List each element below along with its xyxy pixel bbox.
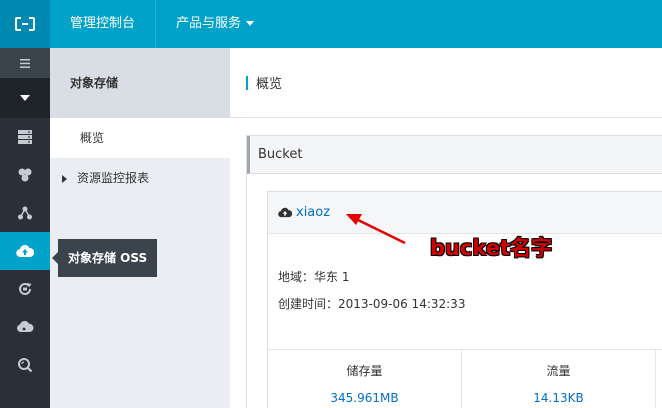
sidebar-title: 对象存储 [50, 48, 230, 118]
sidebar-item-label: 资源监控报表 [77, 171, 150, 185]
page-title: 概览 [256, 77, 283, 92]
page-header: 概览 [230, 48, 662, 118]
menu-toggle-button[interactable] [0, 48, 50, 78]
nav-server-button[interactable] [0, 118, 50, 156]
sidebar-item-overview[interactable]: 概览 [50, 118, 230, 158]
top-bar: 管理控制台 产品与服务 [0, 0, 662, 48]
stat-label: 储存量 [346, 364, 383, 378]
bucket-card: xiaoz 地域：华东 1 创建时间：2013-09-06 14:32:33 储… [267, 191, 662, 408]
chevron-right-icon [62, 174, 67, 183]
annotation-label: bucket名字 [430, 236, 553, 260]
stat-storage: 储存量 345.961MB [268, 350, 462, 408]
nav-search-button[interactable] [0, 346, 50, 384]
chevron-down-icon [246, 21, 255, 26]
stat-label: 流量 [546, 364, 571, 378]
stat-value-link[interactable]: 345.961MB [268, 391, 461, 405]
bucket-name-link[interactable]: xiaoz [296, 205, 330, 220]
stat-value-link[interactable]: 14.13KB [462, 391, 655, 405]
bucket-region: 地域：华东 1 [278, 270, 350, 284]
aliyun-logo-icon[interactable] [0, 0, 50, 48]
nav-refresh-button[interactable] [0, 270, 50, 308]
bucket-card-header: xiaoz [268, 192, 662, 234]
server-icon [18, 130, 32, 144]
caret-down-icon [20, 95, 30, 101]
main-content: 概览 Bucket xiaoz 地域：华东 1 创建时间：2013-09-06 … [230, 48, 662, 408]
nav-cloud-button[interactable] [0, 308, 50, 346]
bucket-stats: 储存量 345.961MB 流量 14.13KB [268, 349, 662, 408]
nav-tooltip: 对象存储 OSS [51, 239, 158, 277]
icon-sidebar [0, 48, 50, 408]
cluster-icon [18, 168, 32, 182]
hamburger-icon [20, 58, 30, 68]
products-menu[interactable]: 产品与服务 [156, 0, 274, 48]
search-icon [18, 358, 33, 373]
cloud-upload-icon [16, 244, 34, 258]
sidebar-item-label: 概览 [80, 131, 105, 145]
stat-traffic: 流量 14.13KB [462, 350, 656, 408]
refresh-icon [19, 282, 32, 295]
bucket-panel: Bucket xiaoz 地域：华东 1 创建时间：2013-09-06 14:… [246, 135, 662, 408]
nav-network-button[interactable] [0, 194, 50, 232]
sidebar-item-monitor-report[interactable]: 资源监控报表 [50, 158, 230, 198]
secondary-sidebar: 对象存储 概览 资源监控报表 [50, 48, 230, 408]
collapse-button[interactable] [0, 78, 50, 118]
panel-title: Bucket [247, 136, 662, 174]
cloud-icon [17, 320, 34, 332]
console-link[interactable]: 管理控制台 [50, 0, 155, 48]
header-accent-bar [246, 75, 248, 90]
nav-database-button[interactable] [0, 156, 50, 194]
cloud-upload-icon [278, 207, 292, 218]
bucket-created-time: 创建时间：2013-09-06 14:32:33 [278, 297, 466, 311]
products-label: 产品与服务 [176, 16, 242, 31]
network-icon [18, 206, 32, 220]
nav-oss-button[interactable] [0, 232, 50, 270]
